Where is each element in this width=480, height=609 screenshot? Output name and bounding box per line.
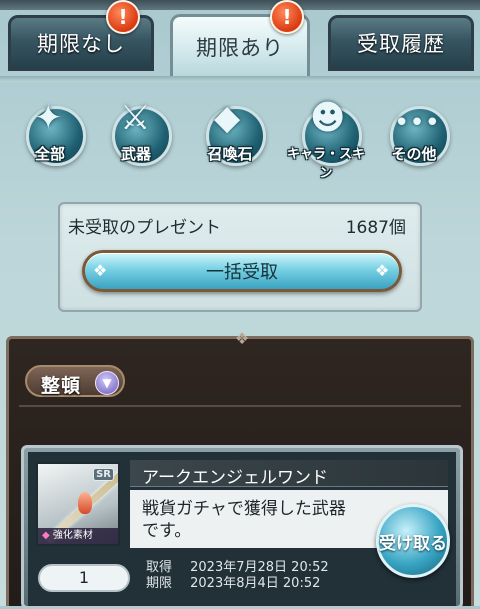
category-all[interactable]: ✦ 全部 <box>10 94 90 174</box>
character-glyph: ☻ <box>310 98 346 138</box>
acquired-date: 2023年7月28日 20:52 <box>190 560 329 575</box>
category-weapon[interactable]: ⚔ 武器 <box>96 94 176 174</box>
tab-bar: 期限なし 期限あり 受取履歴 ! ! <box>0 0 480 84</box>
acquired-row: 取得 2023年7月28日 20:52 <box>146 560 329 576</box>
expiry-date: 2023年8月4日 20:52 <box>190 576 321 591</box>
tab-with-expiry-label: 期限あり <box>196 35 284 60</box>
sort-label: 整頓 <box>41 375 82 397</box>
ornament-icon: ❖ <box>234 329 250 348</box>
receive-button[interactable]: 受け取る <box>376 504 450 578</box>
item-dates: 取得 2023年7月28日 20:52 期限 2023年8月4日 20:52 <box>146 560 329 592</box>
present-item-card: SR ◆ 強化素材 アークエンジェルワンド 戦貨ガチャで獲得した武器です。 受け… <box>21 445 463 609</box>
item-description: 戦貨ガチャで獲得した武器です。 <box>142 499 346 541</box>
category-summon-label: 召喚石 <box>207 145 253 163</box>
category-other-label: その他 <box>391 145 437 163</box>
ellipsis-glyph: ••• <box>394 108 441 138</box>
receive-button-label: 受け取る <box>379 533 447 554</box>
item-tag-label: 強化素材 <box>52 530 93 541</box>
item-name-bar: アークエンジェルワンド <box>130 460 448 488</box>
ornament-icon: ❖ <box>375 261 390 280</box>
category-other[interactable]: ••• その他 <box>374 94 454 174</box>
sword-glyph: ⚔ <box>120 98 151 138</box>
alert-icon: ! <box>270 0 304 34</box>
card-body: SR ◆ 強化素材 アークエンジェルワンド 戦貨ガチャで獲得した武器です。 受け… <box>28 452 456 606</box>
tab-receive-history-label: 受取履歴 <box>357 32 445 56</box>
item-tag: ◆ 強化素材 <box>38 528 118 544</box>
category-character-skin-label: キャラ・スキン <box>286 147 365 181</box>
category-filter: ✦ 全部 ⚔ 武器 ◆ 召喚石 ☻ キャラ・スキン ••• その他 <box>0 94 480 181</box>
alert-icon: ! <box>106 0 140 34</box>
acquired-label: 取得 <box>146 560 173 575</box>
present-list: ❖ 整頓 ▼ SR ◆ 強化素材 アークエンジェルワンド 戦貨ガチャで獲得した武… <box>6 329 474 609</box>
bulk-receive-button[interactable]: ❖ 一括受取 ❖ <box>82 250 402 292</box>
chevron-down-icon: ▼ <box>95 371 119 395</box>
expiry-row: 期限 2023年8月4日 20:52 <box>146 576 329 592</box>
category-summon[interactable]: ◆ 召喚石 <box>190 94 270 174</box>
present-title: 未受取のプレゼント <box>68 218 221 238</box>
crystal-glyph: ◆ <box>214 98 241 138</box>
present-count: 1687個 <box>345 218 406 238</box>
sort-button[interactable]: 整頓 ▼ <box>25 365 125 397</box>
diamond-icon: ◆ <box>42 530 50 541</box>
tab-underline <box>0 76 480 82</box>
item-quantity: 1 <box>38 564 130 592</box>
gem-icon <box>78 492 92 514</box>
present-summary-panel: 未受取のプレゼント 1687個 ❖ 一括受取 ❖ <box>58 202 422 312</box>
category-weapon-label: 武器 <box>120 145 151 163</box>
divider <box>19 405 461 407</box>
all-items-glyph: ✦ <box>34 98 63 138</box>
bulk-receive-label: 一括受取 <box>206 262 278 283</box>
ornament-icon: ❖ <box>93 261 108 280</box>
expiry-label: 期限 <box>146 576 173 591</box>
category-character-skin[interactable]: ☻ キャラ・スキン <box>286 94 366 181</box>
category-all-label: 全部 <box>34 145 65 163</box>
item-name: アークエンジェルワンド <box>142 468 328 488</box>
tab-no-expiry-label: 期限なし <box>37 32 125 56</box>
tab-receive-history[interactable]: 受取履歴 <box>328 15 474 71</box>
item-thumbnail[interactable]: SR ◆ 強化素材 <box>36 462 120 546</box>
rarity-badge: SR <box>93 468 114 481</box>
